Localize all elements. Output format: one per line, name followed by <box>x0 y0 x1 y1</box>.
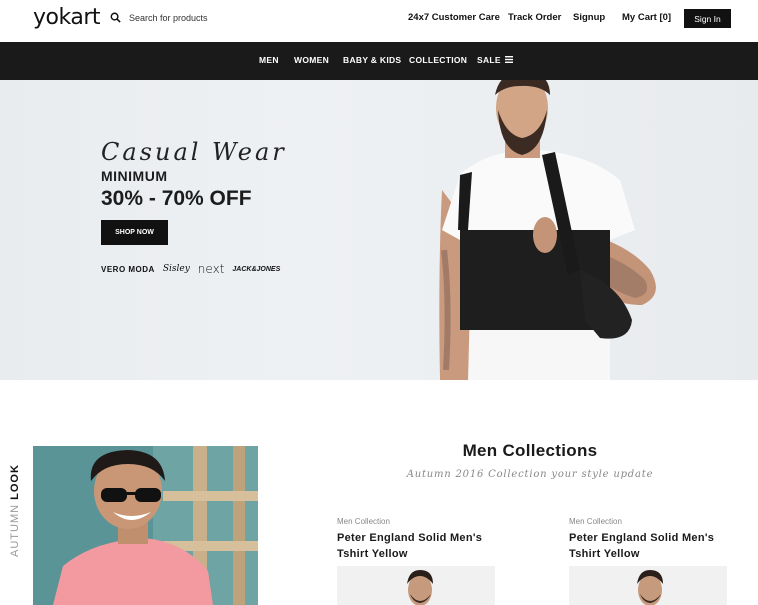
sign-in-button[interactable]: Sign In <box>684 9 731 28</box>
hamburger-icon[interactable] <box>505 56 513 63</box>
search-icon[interactable] <box>110 12 121 23</box>
product-name[interactable]: Peter England Solid Men's Tshirt Yellow <box>337 530 497 562</box>
hero-discount: 30% - 70% OFF <box>101 187 252 210</box>
top-header: yokart 24x7 Customer Care Track Order Si… <box>0 0 758 42</box>
nav-men[interactable]: MEN <box>259 55 279 65</box>
customer-care-link[interactable]: 24x7 Customer Care <box>408 12 500 23</box>
product-card[interactable]: Men Collection Peter England Solid Men's… <box>337 517 497 605</box>
nav-collection[interactable]: COLLECTION <box>409 55 467 65</box>
product-image[interactable] <box>337 566 495 605</box>
nav-women[interactable]: WOMEN <box>294 55 329 65</box>
product-image[interactable] <box>569 566 727 605</box>
track-order-link[interactable]: Track Order <box>508 12 561 23</box>
brand-vero-moda[interactable]: VERO MODA <box>101 265 155 274</box>
nav-baby-kids[interactable]: BABY & KIDS <box>343 55 401 65</box>
autumn-label-light: AUTUMN <box>9 503 21 557</box>
collections-title: Men Collections <box>462 441 598 460</box>
main-nav: MEN WOMEN BABY & KIDS COLLECTION SALE <box>0 42 758 80</box>
product-model-image <box>637 570 663 605</box>
collections-subtitle: Autumn 2016 Collection your style update <box>406 469 654 480</box>
brand-logos: VERO MODA Sisley next JACK&JONES <box>101 262 280 276</box>
product-name-line2: Tshirt Yellow <box>337 548 408 560</box>
product-card[interactable]: Men Collection Peter England Solid Men's… <box>569 517 729 605</box>
nav-sale[interactable]: SALE <box>477 55 501 65</box>
product-model-image <box>407 570 433 605</box>
hero-banner: Casual Wear MINIMUM 30% - 70% OFF SHOP N… <box>0 80 758 380</box>
brand-sisley[interactable]: Sisley <box>163 264 190 274</box>
autumn-look-label: AUTUMN LOOK <box>9 464 21 557</box>
shop-now-button[interactable]: SHOP NOW <box>101 220 168 245</box>
site-logo[interactable]: yokart <box>33 5 101 30</box>
brand-next[interactable]: next <box>198 262 225 276</box>
cart-link[interactable]: My Cart [0] <box>622 12 671 23</box>
product-name-line1: Peter England Solid Men's <box>569 532 715 544</box>
search-input[interactable] <box>129 12 289 23</box>
autumn-look-image[interactable] <box>33 446 258 605</box>
product-name[interactable]: Peter England Solid Men's Tshirt Yellow <box>569 530 729 562</box>
autumn-label-bold: LOOK <box>9 464 21 500</box>
product-category: Men Collection <box>337 517 390 526</box>
hero-script-title: Casual Wear <box>101 138 287 166</box>
brand-jack-jones[interactable]: JACK&JONES <box>232 266 280 273</box>
search-bar[interactable] <box>110 12 289 23</box>
hero-model-image <box>439 80 656 380</box>
autumn-model-image <box>33 446 258 605</box>
hero-minimum-label: MINIMUM <box>101 168 168 184</box>
product-name-line2: Tshirt Yellow <box>569 548 640 560</box>
signup-link[interactable]: Signup <box>573 12 605 23</box>
product-name-line1: Peter England Solid Men's <box>337 532 483 544</box>
product-category: Men Collection <box>569 517 622 526</box>
